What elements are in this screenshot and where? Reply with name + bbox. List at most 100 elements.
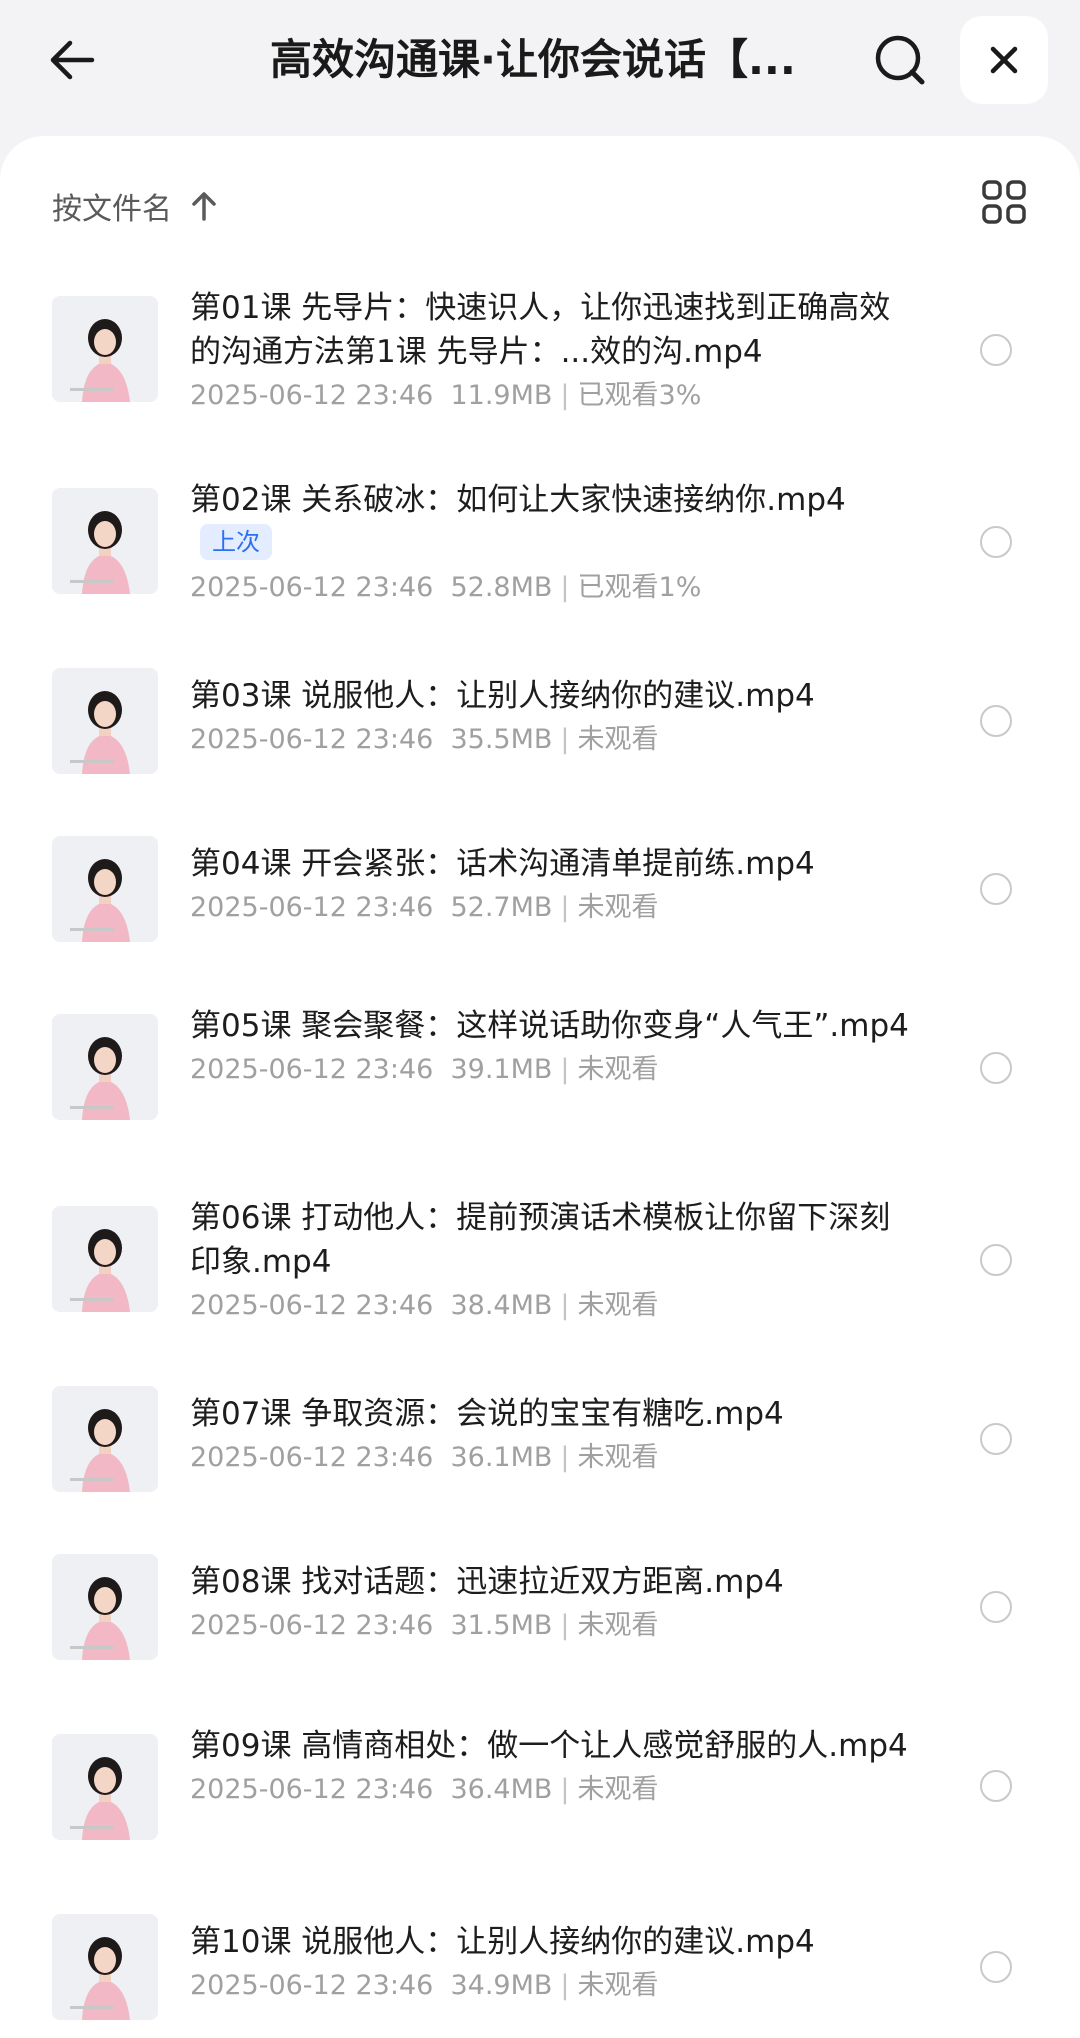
watch-status: 未观看 [577, 724, 659, 755]
file-name-text: 第01课 先导片：快速识人，让你迅速找到正确高效的沟通方法第1课 先导片：...… [190, 290, 891, 370]
watch-status: 未观看 [577, 1290, 659, 1321]
file-name: 第08课 找对话题：迅速拉近双方距离.mp4 [190, 1560, 910, 1604]
select-radio[interactable] [980, 1770, 1012, 1802]
file-thumbnail[interactable] [52, 1914, 158, 2020]
file-info: 第06课 打动他人：提前预演话术模板让你留下深刻印象.mp4 2025-06-12… [190, 1196, 910, 1326]
select-radio[interactable] [980, 1951, 1012, 1983]
search-button[interactable] [866, 26, 934, 94]
file-meta: 2025-06-12 23:46 52.8MB | 已观看1% [190, 568, 910, 608]
file-name: 第05课 聚会聚餐：这样说话助你变身“人气王”.mp4 [190, 1004, 910, 1048]
video-thumbnail-image [52, 296, 158, 402]
video-thumbnail-image [52, 1206, 158, 1312]
file-size: 35.5MB [450, 724, 553, 755]
grid-view-icon [982, 180, 1026, 224]
video-thumbnail-image [52, 1914, 158, 2020]
file-name: 第07课 争取资源：会说的宝宝有糖吃.mp4 [190, 1392, 910, 1436]
file-meta: 2025-06-12 23:46 11.9MB | 已观看3% [190, 376, 910, 416]
file-size: 36.4MB [450, 1774, 553, 1805]
file-date: 2025-06-12 23:46 [190, 724, 434, 755]
video-thumbnail-image [52, 1554, 158, 1660]
file-meta: 2025-06-12 23:46 39.1MB | 未观看 [190, 1050, 910, 1090]
file-name-text: 第07课 争取资源：会说的宝宝有糖吃.mp4 [190, 1396, 784, 1432]
close-button[interactable] [960, 16, 1048, 104]
file-date: 2025-06-12 23:46 [190, 892, 434, 923]
file-name-text: 第05课 聚会聚餐：这样说话助你变身“人气王”.mp4 [190, 1008, 909, 1044]
video-thumbnail-image [52, 488, 158, 594]
file-name-text: 第03课 说服他人：让别人接纳你的建议.mp4 [190, 678, 815, 714]
video-thumbnail-image [52, 1014, 158, 1120]
grid-view-button[interactable] [974, 172, 1034, 232]
file-info: 第03课 说服他人：让别人接纳你的建议.mp4 2025-06-12 23:46 … [190, 674, 910, 760]
file-size: 36.1MB [450, 1442, 553, 1473]
sort-button[interactable]: 按文件名 [52, 176, 218, 236]
file-name: 第03课 说服他人：让别人接纳你的建议.mp4 [190, 674, 910, 718]
file-thumbnail[interactable] [52, 1554, 158, 1660]
file-info: 第04课 开会紧张：话术沟通清单提前练.mp4 2025-06-12 23:46 … [190, 842, 910, 928]
file-thumbnail[interactable] [52, 836, 158, 942]
watch-status: 已观看3% [577, 380, 702, 411]
last-watched-badge: 上次 [200, 524, 272, 560]
file-name-text: 第09课 高情商相处：做一个让人感觉舒服的人.mp4 [190, 1728, 908, 1764]
file-thumbnail[interactable] [52, 1014, 158, 1120]
meta-divider: | [560, 1774, 570, 1805]
video-thumbnail-image [52, 668, 158, 774]
file-date: 2025-06-12 23:46 [190, 1290, 434, 1321]
file-size: 52.8MB [450, 572, 553, 603]
file-meta: 2025-06-12 23:46 31.5MB | 未观看 [190, 1606, 910, 1646]
select-radio[interactable] [980, 334, 1012, 366]
file-name: 第06课 打动他人：提前预演话术模板让你留下深刻印象.mp4 [190, 1196, 910, 1284]
file-date: 2025-06-12 23:46 [190, 1442, 434, 1473]
file-date: 2025-06-12 23:46 [190, 1610, 434, 1641]
meta-divider: | [560, 1290, 570, 1321]
select-radio[interactable] [980, 1591, 1012, 1623]
file-thumbnail[interactable] [52, 1386, 158, 1492]
back-button[interactable] [38, 26, 106, 94]
video-thumbnail-image [52, 836, 158, 942]
select-radio[interactable] [980, 705, 1012, 737]
close-icon [990, 46, 1018, 74]
top-bar: 高效沟通课·让你会说话【... [0, 0, 1080, 136]
meta-divider: | [560, 1054, 570, 1085]
file-thumbnail[interactable] [52, 296, 158, 402]
file-thumbnail[interactable] [52, 488, 158, 594]
meta-divider: | [560, 892, 570, 923]
arrow-left-icon [50, 40, 95, 80]
watch-status: 未观看 [577, 1970, 659, 2001]
file-name-text: 第04课 开会紧张：话术沟通清单提前练.mp4 [190, 846, 815, 882]
file-name: 第04课 开会紧张：话术沟通清单提前练.mp4 [190, 842, 910, 886]
sort-label: 按文件名 [52, 192, 172, 227]
select-radio[interactable] [980, 526, 1012, 558]
meta-divider: | [560, 724, 570, 755]
select-radio[interactable] [980, 1423, 1012, 1455]
file-info: 第05课 聚会聚餐：这样说话助你变身“人气王”.mp4 2025-06-12 23… [190, 1004, 910, 1090]
file-info: 第09课 高情商相处：做一个让人感觉舒服的人.mp4 2025-06-12 23:… [190, 1724, 910, 1810]
watch-status: 未观看 [577, 1774, 659, 1805]
file-thumbnail[interactable] [52, 668, 158, 774]
select-radio[interactable] [980, 1052, 1012, 1084]
video-thumbnail-image [52, 1734, 158, 1840]
file-size: 34.9MB [450, 1970, 553, 2001]
select-radio[interactable] [980, 873, 1012, 905]
meta-divider: | [560, 1610, 570, 1641]
file-name-text: 第06课 打动他人：提前预演话术模板让你留下深刻印象.mp4 [190, 1200, 891, 1280]
file-meta: 2025-06-12 23:46 38.4MB | 未观看 [190, 1286, 910, 1326]
watch-status: 未观看 [577, 892, 659, 923]
meta-divider: | [560, 572, 570, 603]
file-size: 11.9MB [450, 380, 553, 411]
file-date: 2025-06-12 23:46 [190, 1774, 434, 1805]
watch-status: 未观看 [577, 1442, 659, 1473]
file-date: 2025-06-12 23:46 [190, 380, 434, 411]
file-info: 第01课 先导片：快速识人，让你迅速找到正确高效的沟通方法第1课 先导片：...… [190, 286, 910, 416]
file-date: 2025-06-12 23:46 [190, 1970, 434, 2001]
file-name: 第01课 先导片：快速识人，让你迅速找到正确高效的沟通方法第1课 先导片：...… [190, 286, 910, 374]
select-radio[interactable] [980, 1244, 1012, 1276]
watch-status: 已观看1% [577, 572, 702, 603]
file-name: 第10课 说服他人：让别人接纳你的建议.mp4 [190, 1920, 910, 1964]
file-info: 第08课 找对话题：迅速拉近双方距离.mp4 2025-06-12 23:46 3… [190, 1560, 910, 1646]
file-date: 2025-06-12 23:46 [190, 1054, 434, 1085]
file-name-text: 第08课 找对话题：迅速拉近双方距离.mp4 [190, 1564, 784, 1600]
file-meta: 2025-06-12 23:46 34.9MB | 未观看 [190, 1966, 910, 2006]
file-meta: 2025-06-12 23:46 36.1MB | 未观看 [190, 1438, 910, 1478]
file-thumbnail[interactable] [52, 1206, 158, 1312]
file-thumbnail[interactable] [52, 1734, 158, 1840]
